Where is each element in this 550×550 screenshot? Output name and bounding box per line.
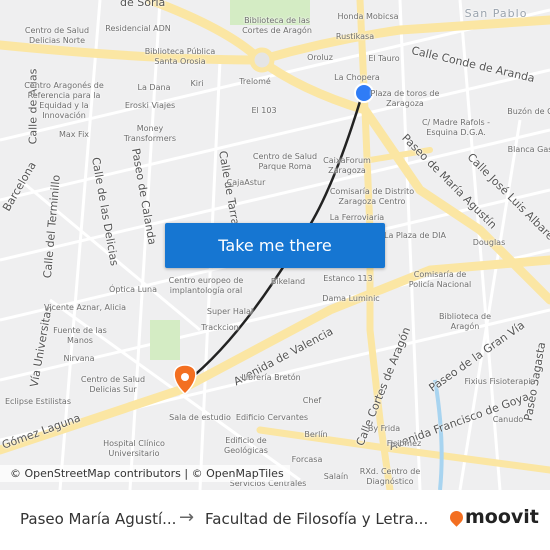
poi-label: Edificio Cervantes bbox=[235, 413, 309, 422]
poi-label: Kiri bbox=[190, 79, 204, 88]
district-label: San Pablo bbox=[464, 7, 528, 20]
poi-label: Nirvana bbox=[63, 354, 95, 363]
poi-label: Berlín bbox=[304, 430, 328, 439]
brand-name: moovit bbox=[465, 506, 539, 528]
poi-label: CajaAstur bbox=[226, 178, 266, 187]
poi-label: Centro europeo de implantología oral bbox=[168, 276, 244, 295]
poi-label: Centro Aragonés de Referencia para la Eq… bbox=[24, 81, 104, 120]
poi-label: Max Fix bbox=[58, 130, 90, 139]
origin-stop-name: Paseo María Agustí... bbox=[20, 510, 177, 528]
poi-label: Forcasa bbox=[291, 455, 323, 464]
poi-label: La Plaza de DIA bbox=[383, 231, 447, 240]
arrow-right-icon: → bbox=[179, 507, 195, 528]
street-label: de Soria bbox=[120, 0, 166, 9]
moovit-pin-icon bbox=[447, 507, 466, 527]
poi-label: Dama Luminic bbox=[322, 294, 380, 303]
poi-label: Buzón de C bbox=[507, 107, 550, 116]
poi-label: Fuente de las Manos bbox=[53, 326, 107, 345]
poi-label: Vicente Aznar, Alicia bbox=[44, 303, 126, 312]
poi-label: Sala de estudio bbox=[169, 413, 231, 422]
poi-label: Óptica Luna bbox=[109, 285, 157, 294]
poi-label: Bikeland bbox=[270, 277, 306, 286]
poi-label: Trelomé bbox=[239, 77, 271, 86]
poi-label: Librería Bretón bbox=[241, 373, 301, 382]
poi-label: Blanca Gas bbox=[507, 145, 550, 154]
poi-label: Biblioteca de Aragón bbox=[438, 312, 492, 331]
poi-label: Super Halal bbox=[206, 307, 254, 316]
poi-label: CaixaForum Zaragoza bbox=[323, 156, 371, 175]
map[interactable]: San Pablo Calle Conde de Aranda Paseo de… bbox=[0, 0, 550, 490]
take-me-there-button[interactable]: Take me there bbox=[165, 223, 385, 268]
poi-label: Douglas bbox=[472, 238, 506, 247]
poi-label: Fisiomez bbox=[386, 439, 422, 448]
poi-label: Eclipse Estilistas bbox=[4, 397, 72, 406]
poi-label: El Tauro bbox=[368, 54, 400, 63]
poi-label: Salaín bbox=[323, 472, 349, 481]
poi-label: Comisaría de Policía Nacional bbox=[408, 270, 472, 289]
poi-label: Honda Mobicsa bbox=[337, 12, 399, 21]
poi-label: Biblioteca Pública Santa Orosia bbox=[144, 47, 216, 66]
poi-label: La Chopera bbox=[334, 73, 380, 82]
poi-label: By Frida bbox=[367, 424, 401, 433]
map-attribution[interactable]: © OpenStreetMap contributors | © OpenMap… bbox=[0, 465, 290, 482]
poi-label: Trackcion bbox=[201, 323, 239, 332]
poi-label: Biblioteca de las Cortes de Aragón bbox=[242, 16, 312, 35]
poi-label: La Dana bbox=[137, 83, 171, 92]
poi-label: Residencial ADN bbox=[105, 24, 171, 33]
poi-label: RXd. Centro de Diagnóstico bbox=[359, 467, 421, 486]
moovit-logo: moovit bbox=[447, 506, 539, 528]
poi-label: Plaza de toros de Zaragoza bbox=[370, 89, 440, 108]
poi-label: Hospital Clínico Universitario bbox=[103, 439, 165, 458]
poi-label: Oroluz bbox=[307, 53, 333, 62]
poi-label: Money Transformers bbox=[123, 124, 177, 143]
poi-label: Comisaría de Distrito Zaragoza Centro bbox=[329, 187, 415, 206]
poi-label: El 103 bbox=[251, 106, 277, 115]
poi-label: La Ferroviaria bbox=[329, 213, 385, 222]
poi-label: Centro de Salud Delicias Norte bbox=[24, 26, 90, 45]
poi-label: Eroski Viajes bbox=[124, 101, 176, 110]
poi-label: Estanco 113 bbox=[323, 274, 373, 283]
poi-label: Centro de Salud Parque Roma bbox=[252, 152, 318, 171]
destination-name: Facultad de Filosofía y Letra... bbox=[205, 510, 429, 528]
poi-label: Canudo bbox=[492, 415, 524, 424]
poi-label: Edificio de Geológicas bbox=[224, 436, 268, 455]
poi-label: Fixius Fisioterapia bbox=[464, 377, 536, 386]
poi-label: Rustikasa bbox=[335, 32, 375, 41]
poi-label: Centro de Salud Delicias Sur bbox=[80, 375, 146, 394]
poi-label: Chef bbox=[302, 396, 322, 405]
poi-label: C/ Madre Rafols - Esquina D.G.A. bbox=[421, 118, 491, 137]
